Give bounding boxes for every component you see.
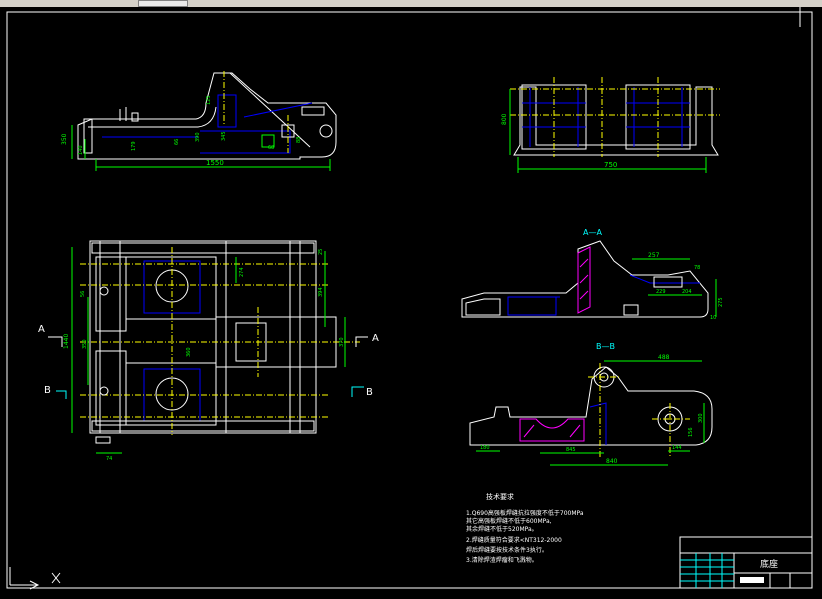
elevation-view: 1550 350 140 179 390 345 125 68 88 66 — [61, 71, 337, 171]
dim-10: 10 — [710, 315, 716, 321]
section-aa-label: A—A — [583, 228, 602, 237]
dim-78: 78 — [694, 265, 700, 271]
technical-notes: 技术要求 1.Q690高强板焊缝抗拉强度不低于700MPa 其它高强板焊缝不低于… — [466, 492, 584, 564]
section-marker-b-right: B — [366, 387, 373, 398]
section-marker-a-right: A — [372, 333, 379, 344]
elevation-hidden-plate — [217, 94, 237, 128]
dim-370: 370 — [339, 337, 345, 347]
dim-66: 66 — [174, 139, 180, 145]
dim-180: 180 — [480, 445, 490, 451]
notes-line-5: 焊后焊缝要按技术条件3执行。 — [466, 546, 548, 554]
dim-56: 56 — [80, 291, 86, 297]
dim-350: 350 — [82, 339, 88, 349]
dim-140: 140 — [78, 145, 84, 155]
dim-88: 88 — [296, 137, 302, 143]
section-marker-a-left: A — [38, 324, 45, 335]
ucs-icon — [9, 567, 61, 590]
notes-line-3: 其余焊缝不低于520MPa。 — [466, 525, 538, 533]
drawing-canvas[interactable]: 1550 350 140 179 390 345 125 68 88 66 75… — [0, 7, 822, 595]
cad-drawing: 1550 350 140 179 390 345 125 68 88 66 75… — [6, 7, 813, 590]
dim-390: 390 — [195, 132, 201, 142]
elevation-outline — [77, 72, 337, 160]
dim-1440: 1440 — [63, 334, 70, 349]
dim-1550: 1550 — [206, 159, 224, 167]
drawing-name: 底座 — [760, 558, 778, 570]
side-view: 750 800 — [501, 77, 720, 173]
plan-outline — [89, 240, 317, 434]
dim-394: 394 — [318, 287, 324, 297]
section-bb-outline — [469, 366, 713, 446]
sheet-border — [6, 11, 813, 589]
notes-line-4: 2.焊缝质量符合要求<NT312-2000 — [466, 536, 562, 544]
dim-74: 74 — [106, 456, 112, 462]
title-block: 底座 — [679, 536, 813, 589]
dim-125: 125 — [206, 95, 212, 105]
notes-line-1: 1.Q690高强板焊缝抗拉强度不低于700MPa — [466, 509, 584, 517]
toolbar-tab[interactable] — [138, 0, 188, 7]
dim-144: 144 — [672, 445, 682, 451]
dim-488: 488 — [658, 354, 670, 361]
dim-25: 25 — [318, 249, 324, 255]
dim-350: 350 — [61, 133, 68, 145]
dim-750: 750 — [604, 161, 617, 169]
dim-345: 345 — [221, 131, 227, 141]
dim-179: 179 — [131, 141, 137, 151]
section-bb-view: B—B 488 840 845 180 144 300 156 — [469, 342, 713, 466]
section-aa-outline — [461, 240, 709, 318]
dim-840: 840 — [606, 458, 618, 465]
dim-68: 68 — [268, 145, 274, 151]
dim-156: 156 — [688, 427, 694, 437]
dim-257: 257 — [648, 252, 660, 259]
section-aa-hatch-plate — [577, 246, 591, 314]
dim-360: 360 — [186, 347, 192, 357]
side-outline — [513, 86, 719, 156]
dim-204: 204 — [682, 289, 692, 295]
dim-845: 845 — [566, 447, 576, 453]
dim-274: 274 — [239, 267, 245, 277]
dim-275: 275 — [718, 297, 724, 307]
dim-229: 229 — [656, 289, 666, 295]
section-marker-b-left: B — [44, 385, 51, 396]
notes-line-2: 其它高强板焊缝不低于600MPa, — [466, 517, 552, 525]
section-bb-label: B—B — [596, 342, 615, 351]
application-toolbar-strip — [0, 0, 822, 7]
section-aa-view: A—A 257 204 78 229 275 10 — [461, 228, 724, 321]
notes-line-6: 3.清除焊渣焊瘤和飞溅物。 — [466, 556, 538, 564]
notes-title: 技术要求 — [486, 492, 514, 501]
dim-800: 800 — [501, 113, 508, 125]
plan-view: 1440 350 56 274 394 360 370 74 25 A A B … — [38, 240, 379, 462]
dim-300: 300 — [698, 413, 704, 423]
